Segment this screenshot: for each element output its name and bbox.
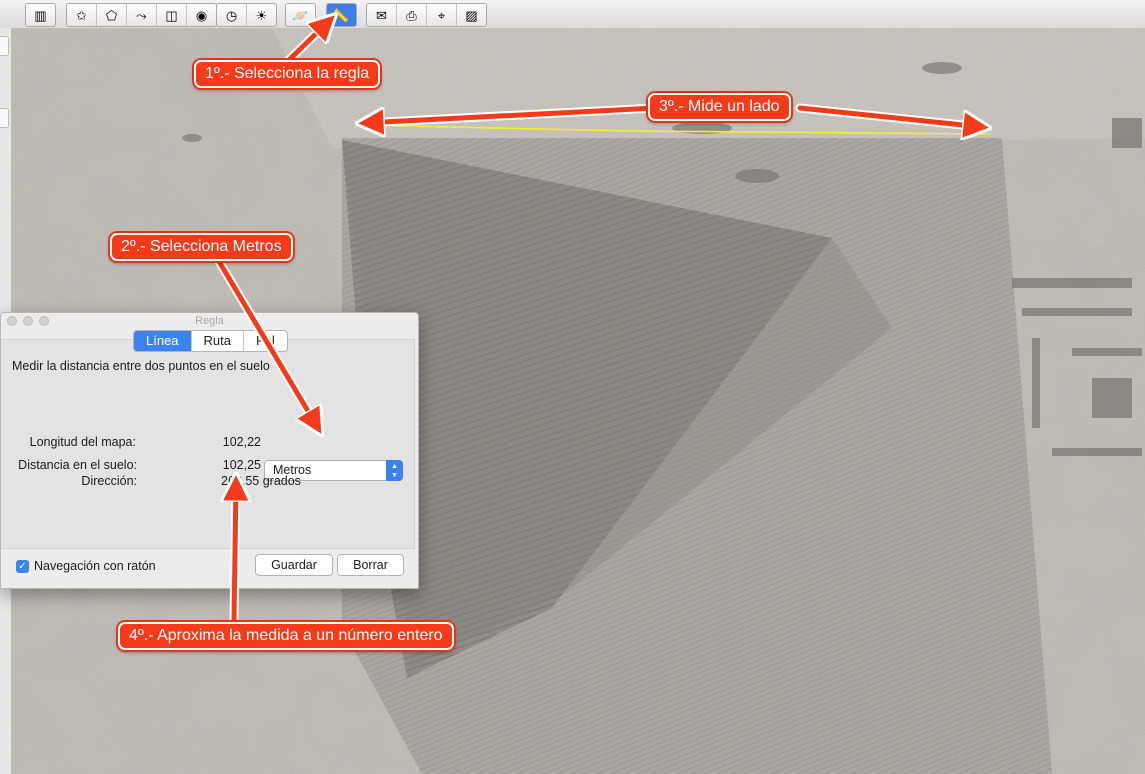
- view-in-maps-button[interactable]: ⌖: [427, 4, 457, 26]
- email-button[interactable]: ✉: [367, 4, 397, 26]
- toolbar: ▥ ✩ ⬠ ⤳ ◫ ◉ ◷ ☀ 🪐 📏 ✉ ⎙ ⌖ ▨: [0, 0, 1145, 29]
- tab-linea[interactable]: Línea: [134, 331, 192, 351]
- ruler-button[interactable]: 📏: [327, 4, 356, 26]
- direction-value: 262,55 grados: [221, 474, 301, 488]
- toolbar-group-time: ◷ ☀: [216, 3, 277, 27]
- dialog-content: Medir la distancia entre dos puntos en e…: [1, 339, 415, 549]
- planet-switch-button[interactable]: 🪐: [286, 4, 315, 26]
- sidebar-handle[interactable]: [0, 36, 9, 56]
- add-path-icon: ⤳: [136, 7, 147, 23]
- toolbar-group-add: ✩ ⬠ ⤳ ◫ ◉: [66, 3, 217, 27]
- add-polygon-button[interactable]: ⬠: [97, 4, 127, 26]
- sidebar-toggle-button[interactable]: ▥: [26, 4, 55, 26]
- sidebar-handle[interactable]: [0, 108, 9, 128]
- ground-distance-label: Distancia en el suelo:: [18, 458, 137, 472]
- save-image-icon: ▨: [465, 7, 478, 23]
- add-placemark-button[interactable]: ✩: [67, 4, 97, 26]
- ruler-icon: 📏: [333, 7, 350, 23]
- add-image-overlay-icon: ◫: [165, 7, 178, 23]
- historical-imagery-icon: ◷: [225, 7, 238, 23]
- toolbar-group-ruler: 📏: [326, 3, 357, 27]
- dialog-title: Regla: [195, 315, 224, 327]
- toolbar-group-sidebar: ▥: [25, 3, 56, 27]
- email-icon: ✉: [376, 7, 387, 23]
- add-polygon-icon: ⬠: [105, 7, 118, 23]
- callout-step-4: 4º.- Aproxima la medida a un número ente…: [118, 622, 454, 650]
- callout-step-2: 2º.- Selecciona Metros: [110, 233, 293, 261]
- save-button[interactable]: Guardar: [255, 554, 333, 576]
- callout-step-3: 3º.- Mide un lado: [648, 93, 791, 121]
- clear-button[interactable]: Borrar: [337, 554, 404, 576]
- add-image-overlay-button[interactable]: ◫: [157, 4, 187, 26]
- mouse-navigation-label: Navegación con ratón: [34, 559, 156, 573]
- map-length-value: 102,22: [222, 435, 261, 449]
- map-length-label: Longitud del mapa:: [29, 435, 136, 449]
- ruler-tabs: Línea Ruta Pol: [133, 330, 288, 352]
- view-in-maps-icon: ⌖: [437, 7, 446, 23]
- historical-imagery-button[interactable]: ◷: [217, 4, 247, 26]
- record-tour-icon: ◉: [195, 7, 208, 23]
- record-tour-button[interactable]: ◉: [187, 4, 216, 26]
- print-icon: ⎙: [406, 7, 417, 23]
- tab-poligono[interactable]: Pol: [244, 331, 287, 351]
- print-button[interactable]: ⎙: [397, 4, 427, 26]
- toolbar-group-planets: 🪐: [285, 3, 316, 27]
- tab-ruta[interactable]: Ruta: [192, 331, 245, 351]
- measure-description: Medir la distancia entre dos puntos en e…: [12, 359, 270, 373]
- planet-switch-icon: 🪐: [292, 7, 309, 23]
- save-image-button[interactable]: ▨: [457, 4, 486, 26]
- callout-step-1: 1º.- Selecciona la regla: [194, 60, 381, 88]
- add-placemark-icon: ✩: [76, 7, 87, 23]
- ground-distance-value: 102,25: [222, 458, 261, 472]
- mouse-navigation-checkbox[interactable]: ✓: [16, 560, 29, 573]
- add-path-button[interactable]: ⤳: [127, 4, 157, 26]
- dialog-titlebar[interactable]: Regla: [1, 313, 418, 329]
- sidebar-toggle-icon: ▥: [34, 7, 47, 23]
- toolbar-group-share: ✉ ⎙ ⌖ ▨: [366, 3, 487, 27]
- ruler-dialog: Regla Línea Ruta Pol Medir la distancia …: [0, 312, 419, 589]
- direction-label: Dirección:: [81, 474, 137, 488]
- sunlight-button[interactable]: ☀: [247, 4, 276, 26]
- sunlight-icon: ☀: [255, 7, 268, 23]
- chevron-updown-icon: ▲ ▼: [386, 460, 403, 481]
